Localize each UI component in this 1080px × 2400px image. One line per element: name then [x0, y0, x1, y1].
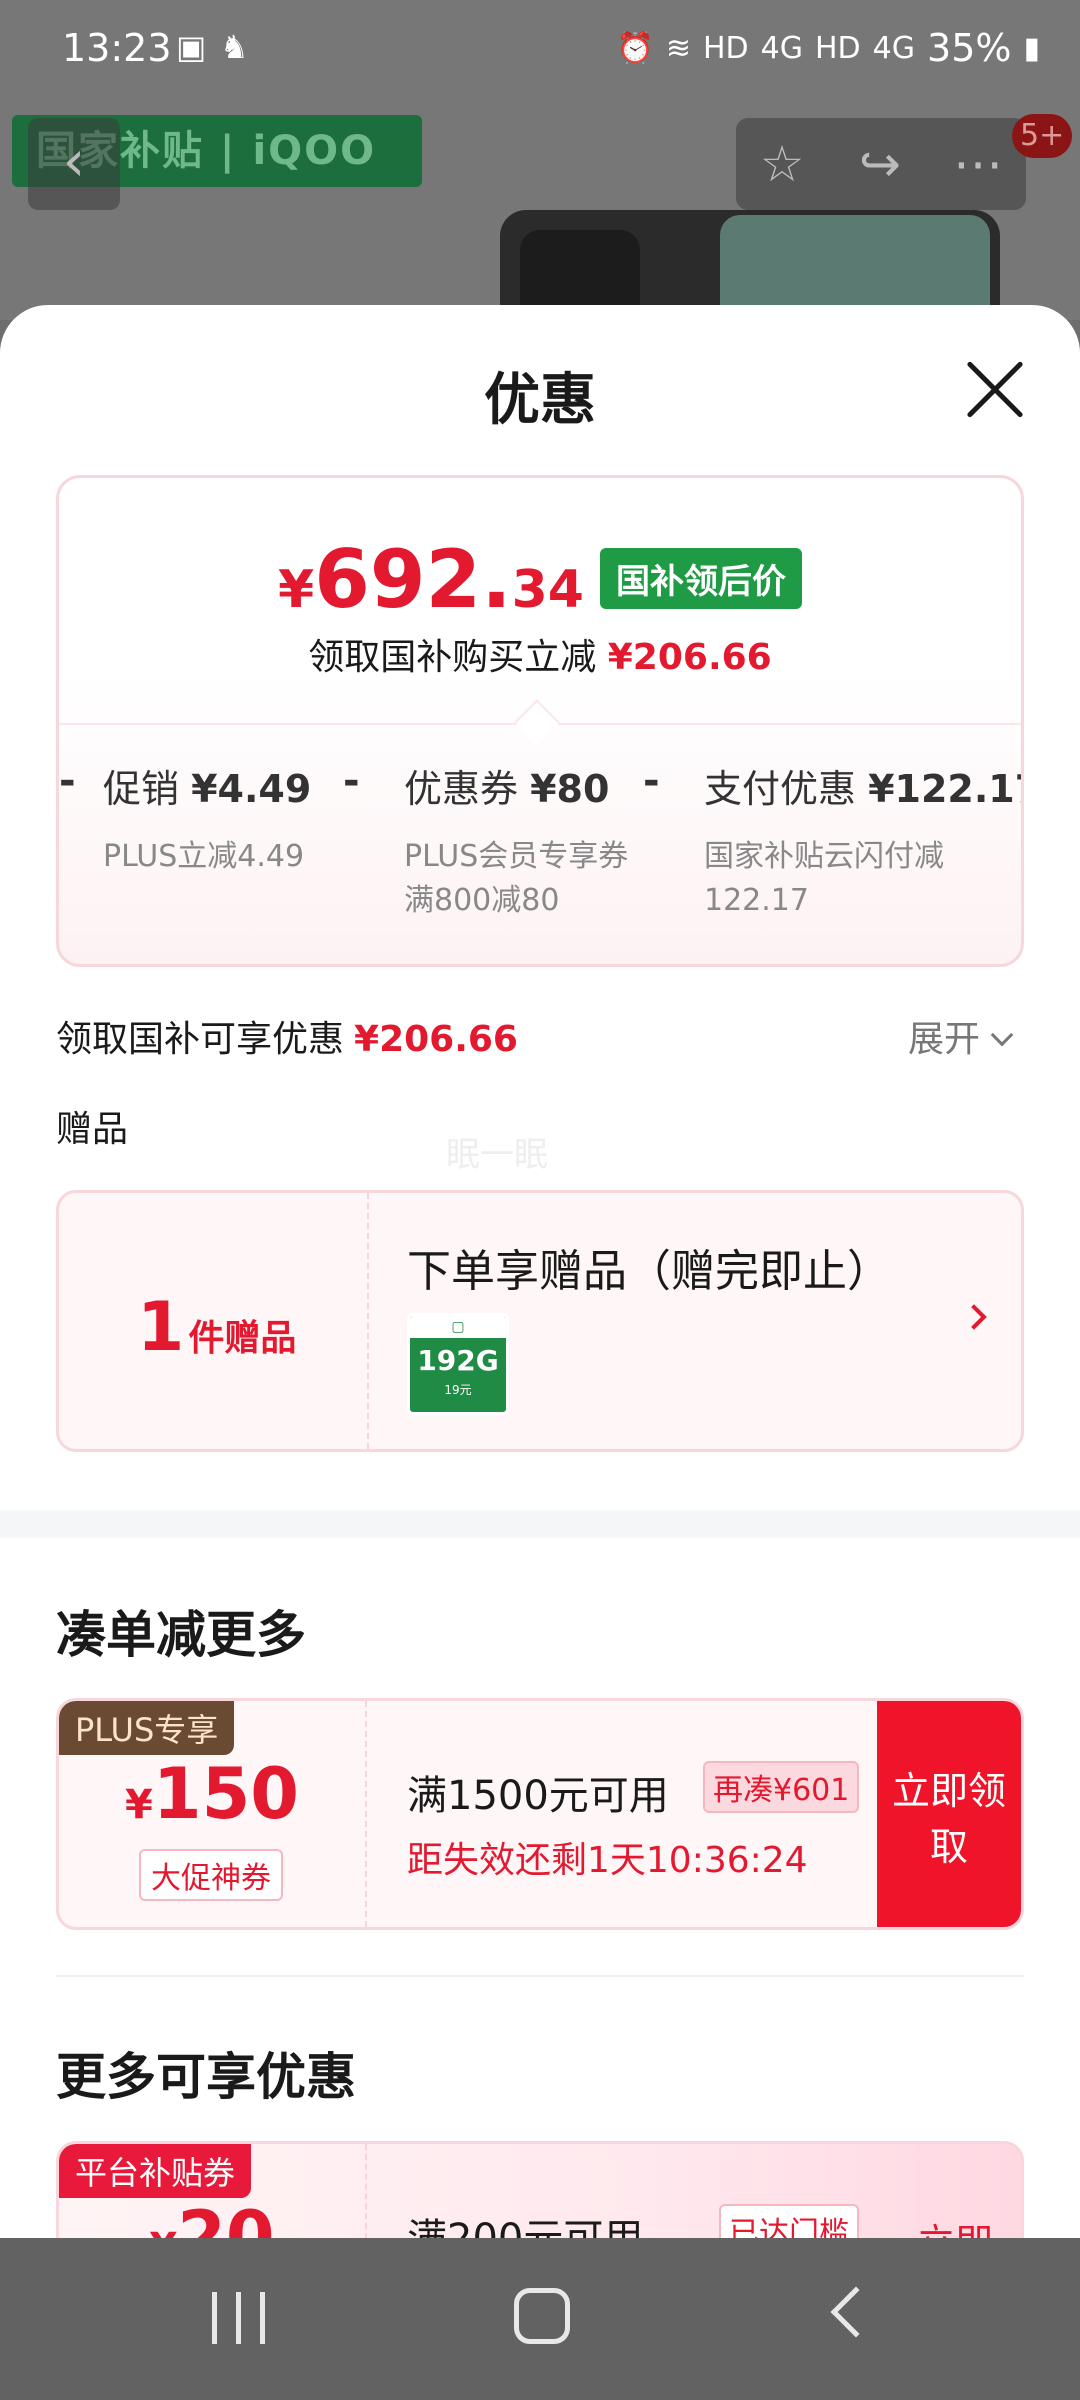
final-price-row: ¥692.34 国补领后价: [59, 533, 1021, 626]
breakdown-payment: 支付优惠 ¥122.17 国家补贴云闪付减122.17: [704, 767, 1024, 918]
signal-b: 4G: [872, 30, 916, 66]
coupon-amount: ¥20: [149, 2196, 275, 2240]
minus-sign: -: [59, 758, 76, 804]
system-nav-bar: [0, 2238, 1080, 2400]
coupon-amount: ¥150: [125, 1753, 299, 1835]
watermark: 眠一眠: [446, 1135, 548, 1175]
battery-percent: 35%: [927, 26, 1012, 70]
gift-count: 1 件赠品: [137, 1288, 297, 1367]
total-discount-summary: 领取国补可享优惠 ¥206.66: [56, 1019, 518, 1060]
status-right: ⏰ ≋ HD 4G HD 4G 35% ▮: [616, 26, 1040, 70]
price-card: ¥692.34 国补领后价 领取国补购买立减 ¥206.66 - 促销 ¥4.4…: [56, 475, 1024, 967]
plus-coupon-card: PLUS专享 ¥150 大促神券 满1500元可用 再凑¥601 距失效还剩1天…: [56, 1698, 1024, 1930]
gift-section-label: 赠品: [56, 1109, 129, 1150]
coupon-value-panel: PLUS专享 ¥150 大促神券: [59, 1701, 367, 1927]
coupon-need-more: 再凑¥601: [703, 1761, 860, 1813]
gov-subsidy-price-tag: 国补领后价: [599, 548, 802, 609]
more-off-title: 凑单减更多: [56, 1606, 306, 1664]
divider: [56, 1975, 1024, 1977]
home-icon[interactable]: [514, 2288, 570, 2344]
notification-badge: 5+: [1012, 114, 1073, 158]
subsidy-saving: 领取国补购买立减 ¥206.66: [308, 637, 772, 678]
more-icon[interactable]: ⋯: [932, 118, 1024, 210]
close-icon[interactable]: [955, 350, 1035, 430]
discount-breakdown: - 促销 ¥4.49 PLUS立减4.49 - 优惠券 ¥80 PLUS会员专享…: [59, 758, 1021, 958]
expand-button[interactable]: 展开: [908, 1010, 1014, 1062]
coupon-value-panel: 平台补贴券 ¥20: [59, 2144, 367, 2240]
alarm-icon: ⏰: [616, 30, 654, 66]
gift-thumbnail: ▢ 192G 19元: [407, 1313, 509, 1415]
more-benefits-title: 更多可享优惠: [56, 2048, 356, 2106]
plus-exclusive-tag: PLUS专享: [59, 1701, 235, 1755]
claim-coupon-button[interactable]: 立即领取: [877, 1701, 1021, 1927]
platform-coupon-card: 平台补贴券 ¥20 满200元可用 已达门槛 立即: [56, 2141, 1024, 2240]
star-icon[interactable]: ☆: [736, 118, 828, 210]
app-notification-icon: ▣: [176, 28, 207, 66]
gift-title: 下单享赠品（赠完即止）: [407, 1246, 891, 1297]
recent-apps-icon[interactable]: [212, 2292, 268, 2344]
coupon-condition: 满200元可用: [407, 2216, 644, 2240]
final-price: ¥692.34: [278, 533, 584, 626]
discount-sheet: 优惠 ¥692.34 国补领后价 领取国补购买立减 ¥206.66 - 促销 ¥…: [0, 305, 1080, 2240]
chevron-right-icon: [961, 1304, 987, 1330]
claim-coupon-button[interactable]: 立即: [917, 2212, 993, 2240]
chevron-left-icon: ‹: [62, 129, 86, 194]
minus-sign: -: [643, 758, 660, 804]
breakdown-coupon: 优惠券 ¥80 PLUS会员专享券满800减80: [404, 767, 629, 918]
caret: [514, 699, 560, 745]
coupon-threshold-met: 已达门槛: [719, 2204, 859, 2240]
minus-sign: -: [343, 758, 360, 804]
coupon-type-badge: 大促神券: [139, 1849, 283, 1901]
top-actions: ☆ ↪ ⋯: [736, 118, 1026, 210]
wifi-icon: ≋: [665, 30, 691, 66]
battery-icon: ▮: [1023, 30, 1040, 66]
gift-count-panel: 1 件赠品: [59, 1193, 369, 1449]
back-icon[interactable]: [830, 2286, 882, 2338]
status-time: 13:23: [62, 26, 172, 70]
net-b: HD: [815, 30, 861, 66]
breakdown-promo: 促销 ¥4.49 PLUS立减4.49: [103, 767, 312, 874]
gift-card[interactable]: 1 件赠品 下单享赠品（赠完即止） ▢ 192G 19元: [56, 1190, 1024, 1452]
assistant-icon: ♞: [220, 28, 249, 66]
net-a: HD: [702, 30, 749, 66]
coupon-countdown: 距失效还剩1天10:36:24: [407, 1840, 808, 1881]
status-bar: 13:23 ▣ ♞ ⏰ ≋ HD 4G HD 4G 35% ▮: [0, 0, 1080, 100]
signal-a: 4G: [760, 30, 803, 66]
sim-card-icon: ▢: [410, 1316, 506, 1338]
sheet-title: 优惠: [484, 368, 596, 433]
coupon-condition: 满1500元可用: [407, 1773, 669, 1819]
share-icon[interactable]: ↪: [834, 118, 926, 210]
section-separator: [0, 1510, 1080, 1538]
back-button[interactable]: ‹: [28, 118, 120, 210]
platform-subsidy-tag: 平台补贴券: [59, 2144, 252, 2198]
chevron-down-icon: [990, 1023, 1014, 1047]
